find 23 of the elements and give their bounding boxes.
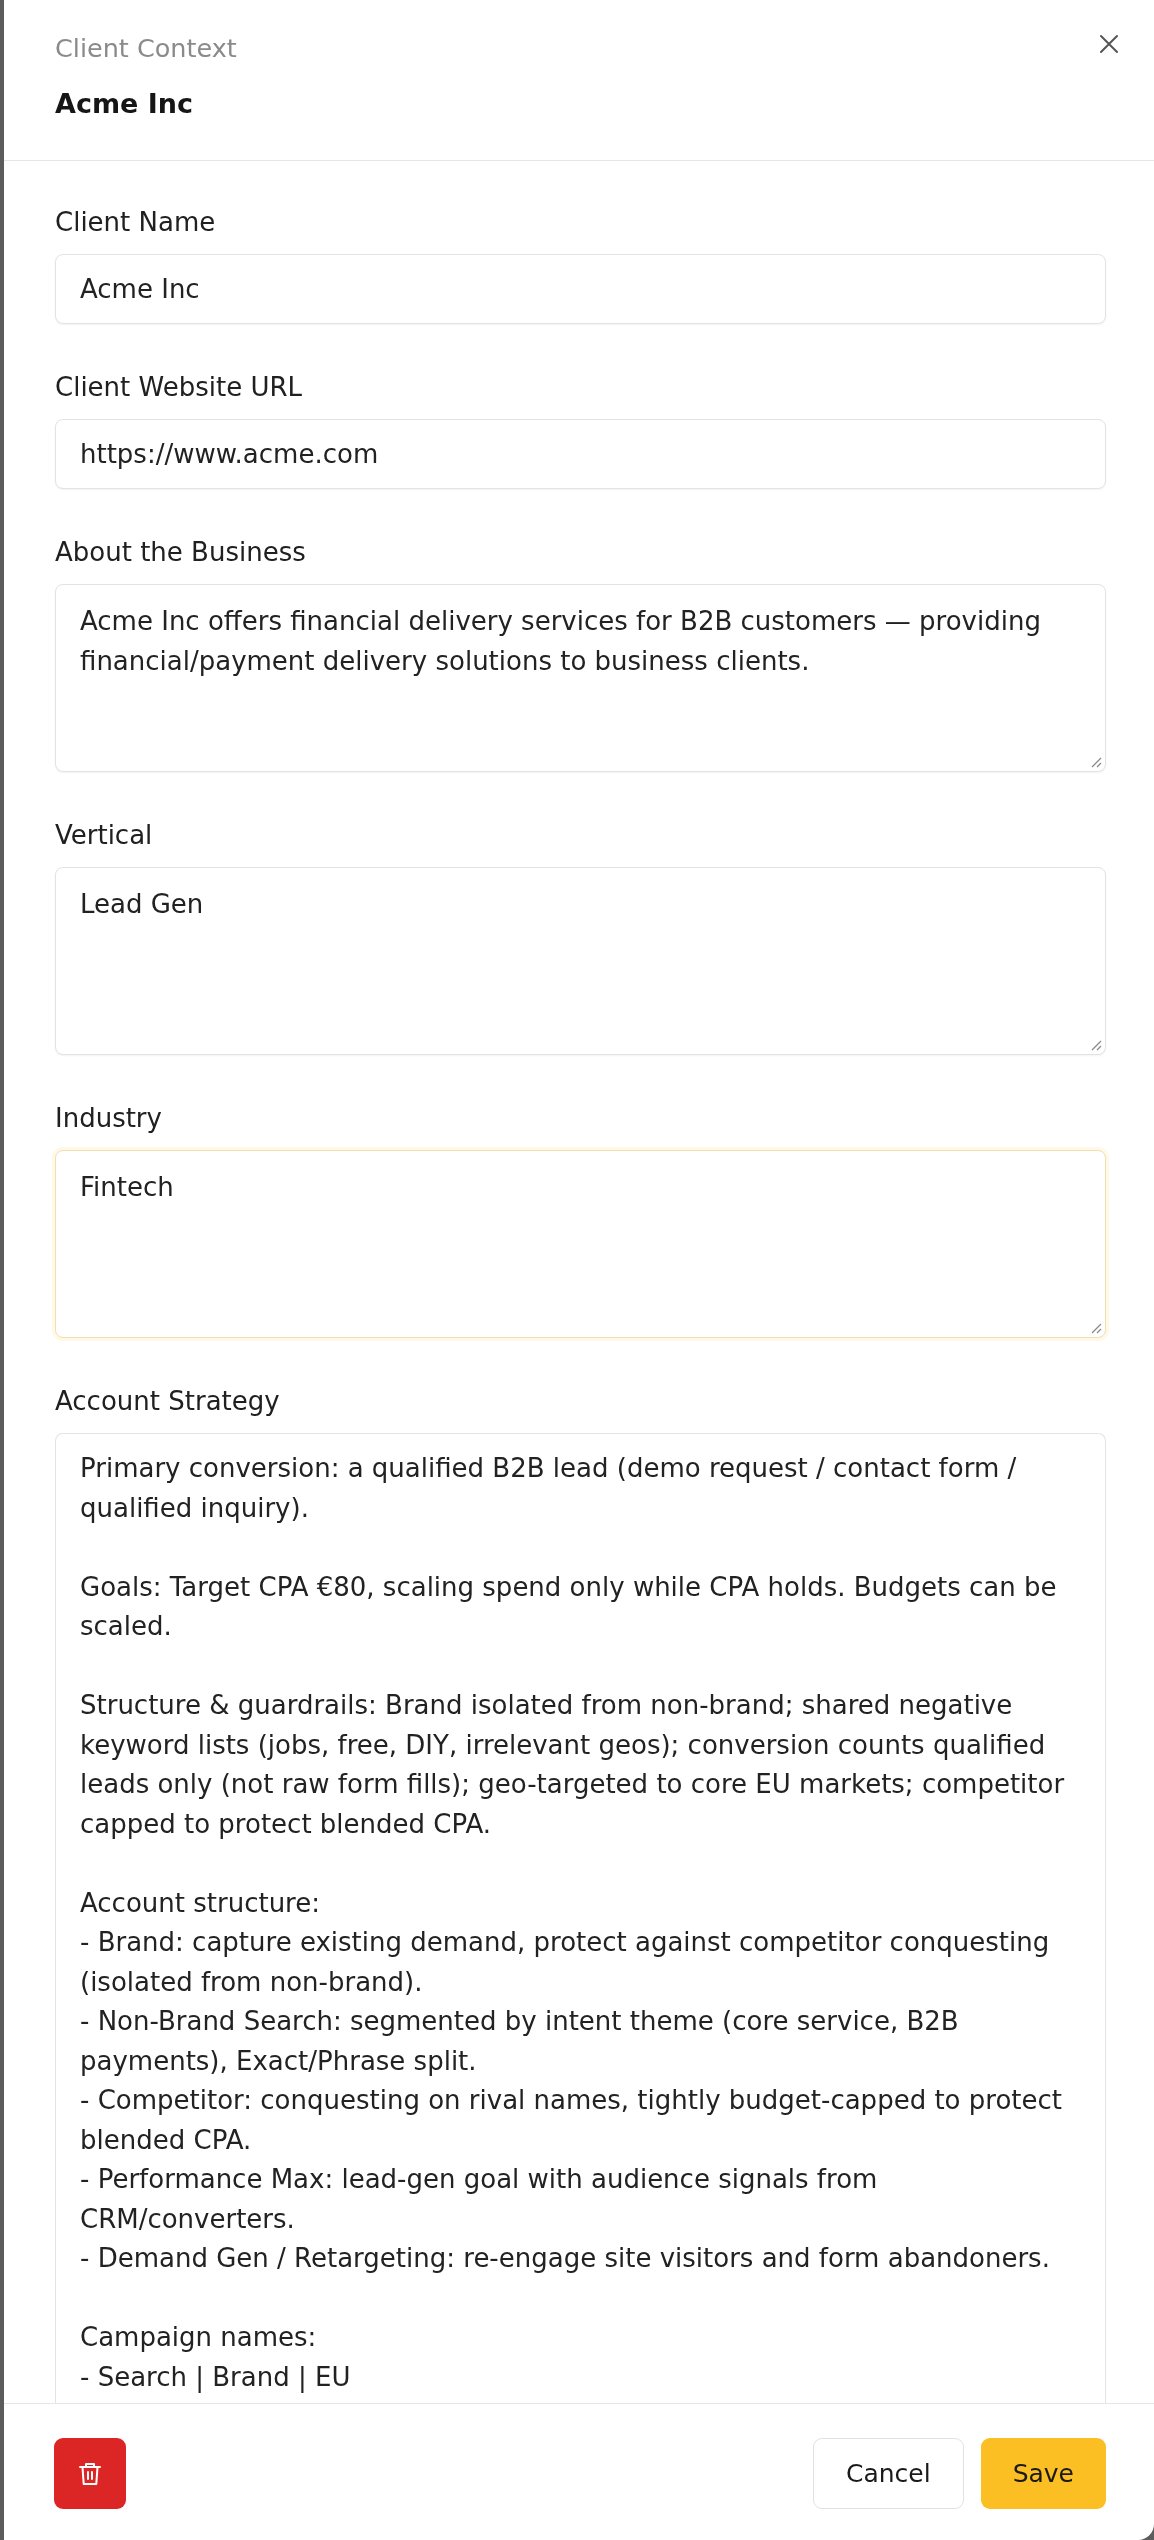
- text-input[interactable]: Acme Inc: [55, 254, 1106, 324]
- text-area[interactable]: Primary conversion: a qualified B2B lead (demo request / contact form / qualified inquiry). Goals: Target CPA €80, scaling spend only while CPA holds. Budgets can be scaled. Structure & guardrails: Brand isolated from non-brand; shared negative keyword lists (jobs, free, DIY, irrelevant geos); conversion counts qualified leads only (not raw form fills); geo-targeted to core EU markets; competitor capped to protect blended CPA. Account structure: - Brand: capture existing demand, protect against competitor conquesting (isolated from non-brand). - Non-Brand Search: segmented by intent theme (core service, B2B payments), Exact/Phrase split. - Competitor: conquesting on rival names, tightly budget-capped to protect blended CPA. - Performance Max: lead-gen goal with audience signals from CRM/converters. - Demand Gen / Retargeting: re-engage site visitors and form abandoners. Campaign names: - Search | Brand | EU: [55, 1433, 1106, 2403]
- field-label: Industry: [55, 1104, 162, 1132]
- field-label: Vertical: [55, 821, 153, 849]
- resize-grip-icon[interactable]: [1090, 756, 1102, 768]
- text-area[interactable]: Lead Gen: [55, 867, 1106, 1055]
- text-area[interactable]: Fintech: [55, 1150, 1106, 1338]
- close-button[interactable]: [1099, 34, 1119, 54]
- field-label: About the Business: [55, 538, 306, 566]
- field-label: Client Website URL: [55, 373, 303, 401]
- cancel-button[interactable]: Cancel: [812, 2438, 964, 2509]
- save-button[interactable]: Save: [980, 2438, 1106, 2509]
- text-input[interactable]: https://www.acme.com: [55, 419, 1106, 489]
- close-icon: [1099, 34, 1119, 54]
- delete-button[interactable]: [54, 2438, 126, 2509]
- text-area[interactable]: Acme Inc offers financial delivery services for B2B customers — providing financial/payment delivery solutions to business clients.: [55, 584, 1106, 772]
- panel-subtitle: Client Context: [55, 34, 237, 62]
- panel-title: Acme Inc: [55, 88, 194, 120]
- field-label: Client Name: [55, 208, 216, 236]
- resize-grip-icon[interactable]: [1090, 1039, 1102, 1051]
- resize-grip-icon[interactable]: [1090, 1322, 1102, 1334]
- field-label: Account Strategy: [55, 1387, 280, 1415]
- trash-icon: [79, 2461, 101, 2486]
